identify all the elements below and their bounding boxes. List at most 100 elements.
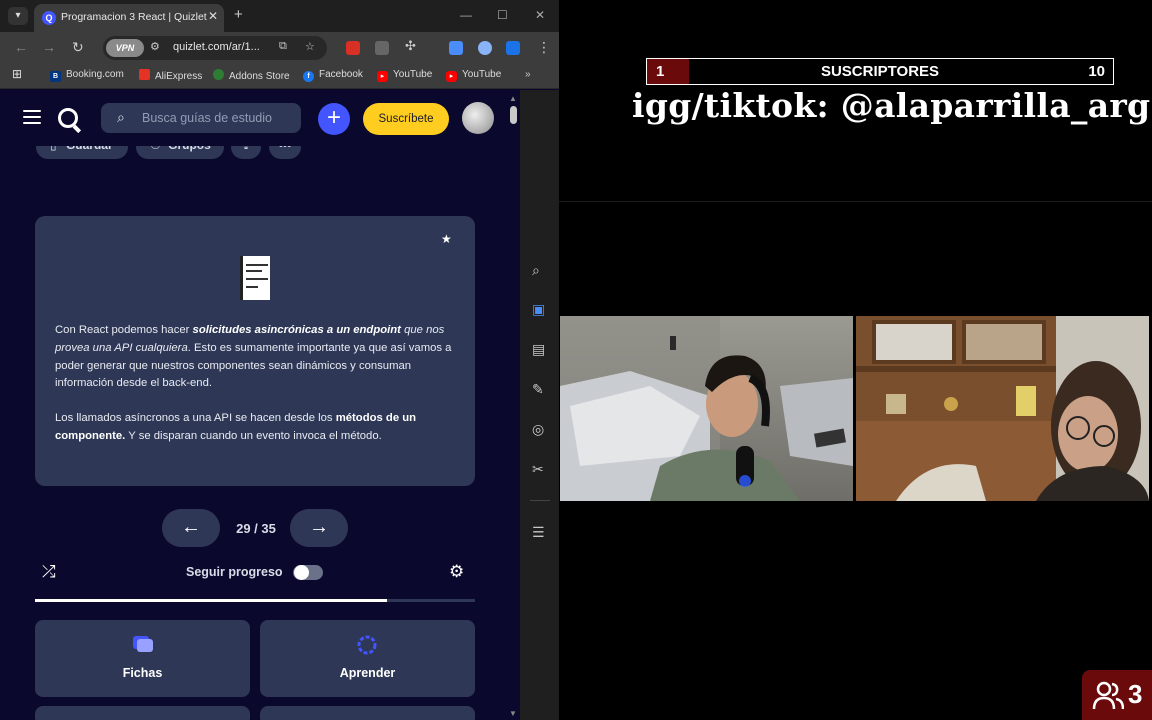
shield-extension-icon[interactable] bbox=[506, 41, 520, 55]
scroll-up-icon[interactable]: ▲ bbox=[509, 94, 517, 103]
facebook-icon: f bbox=[303, 71, 314, 82]
browser-menu-icon[interactable]: ⋮ bbox=[537, 39, 551, 56]
new-tab-button[interactable]: + bbox=[234, 6, 243, 23]
card-paragraph-1: Con React podemos hacer solicitudes asin… bbox=[55, 324, 452, 390]
subscriber-goal-title: SUSCRIPTORES bbox=[820, 63, 940, 80]
gamepad-icon[interactable]: ◎ bbox=[532, 421, 544, 438]
webcam-image-2 bbox=[856, 316, 1149, 501]
page-scrollbar[interactable]: ▲ ▼ bbox=[507, 90, 520, 720]
sidebar-toggle-icon[interactable] bbox=[449, 41, 463, 55]
subscribe-button[interactable]: Suscríbete bbox=[363, 103, 449, 135]
viewer-count: 3 bbox=[1128, 679, 1143, 709]
scroll-down-icon[interactable]: ▼ bbox=[509, 709, 517, 718]
address-bar[interactable]: VPN ⚙ quizlet.com/ar/1... ⧉ ☆ bbox=[103, 36, 327, 60]
browser-side-panel: ⌕ ▣ ▤ ✎ ◎ ✂ ☰ bbox=[520, 90, 559, 720]
quizlet-logo[interactable] bbox=[58, 108, 78, 128]
divider bbox=[558, 201, 1152, 202]
webcam-image-1 bbox=[560, 316, 853, 501]
menu-icon[interactable] bbox=[23, 110, 41, 124]
social-handle: igg/tiktok: @alaparrilla_arg bbox=[632, 86, 1151, 125]
search-input[interactable]: ⌕ Busca guías de estudio bbox=[101, 103, 301, 133]
tab-title: Programacion 3 React | Quizlet bbox=[61, 11, 207, 23]
track-progress-label: Seguir progreso bbox=[186, 565, 283, 579]
arrow-left-icon: ← bbox=[181, 516, 201, 538]
create-button[interactable]: + bbox=[318, 103, 350, 135]
search-placeholder: Busca guías de estudio bbox=[142, 111, 272, 125]
browser-window: ▾ Q Programacion 3 React | Quizlet ✕ + —… bbox=[0, 0, 559, 720]
bookmark-aliexpress[interactable]: AliExpress bbox=[139, 69, 202, 82]
search-panel-icon[interactable]: ⌕ bbox=[532, 262, 540, 279]
maximize-icon[interactable]: ☐ bbox=[497, 8, 508, 22]
arrow-right-icon: → bbox=[309, 516, 329, 538]
bookmark-youtube-1[interactable]: ▸ YouTube bbox=[377, 69, 432, 82]
mode-card-partial[interactable] bbox=[35, 706, 250, 720]
track-progress-toggle[interactable] bbox=[293, 565, 323, 580]
gear-icon[interactable]: ⚙ bbox=[449, 562, 464, 582]
site-settings-icon[interactable]: ⚙ bbox=[150, 40, 160, 53]
bookmark-facebook[interactable]: f Facebook bbox=[303, 69, 363, 82]
customize-icon[interactable]: ☰ bbox=[532, 524, 545, 541]
quizlet-header: ⌕ Busca guías de estudio + Suscríbete bbox=[3, 90, 507, 146]
youtube-icon: ▸ bbox=[377, 71, 388, 82]
chat-icon[interactable]: ▣ bbox=[532, 301, 545, 318]
mode-label: Aprender bbox=[339, 666, 396, 680]
install-app-icon[interactable]: ⧉ bbox=[279, 40, 287, 53]
flashcards-icon bbox=[133, 636, 153, 652]
previous-card-button[interactable]: ← bbox=[162, 509, 220, 547]
subscriber-goal-bar: SUSCRIPTORES 1 10 bbox=[646, 58, 1114, 85]
aliexpress-icon bbox=[139, 69, 150, 80]
tab-search-button[interactable]: ▾ bbox=[8, 7, 28, 25]
reader-icon[interactable]: ▤ bbox=[532, 341, 545, 358]
bookmarks-bar: ⊞ B Booking.com AliExpress Addons Store f… bbox=[0, 64, 559, 89]
flashcard[interactable]: ★ Con React podemos hacer solicitudes as… bbox=[35, 216, 475, 486]
vpn-badge[interactable]: VPN bbox=[106, 39, 144, 57]
booking-icon: B bbox=[50, 71, 61, 82]
more-bookmarks-icon[interactable]: » bbox=[525, 69, 531, 80]
back-icon[interactable]: ← bbox=[14, 39, 28, 55]
mode-flashcards[interactable]: Fichas bbox=[35, 620, 250, 697]
tab-bar: ▾ Q Programacion 3 React | Quizlet ✕ + —… bbox=[0, 0, 559, 32]
profile-icon[interactable] bbox=[478, 41, 492, 55]
bookmark-addons-store[interactable]: Addons Store bbox=[213, 69, 290, 82]
search-icon: ⌕ bbox=[117, 109, 125, 125]
reload-icon[interactable]: ↻ bbox=[72, 39, 84, 56]
shuffle-icon[interactable]: ⤮ bbox=[42, 562, 56, 582]
webcam-feed-1 bbox=[560, 316, 853, 501]
minimize-icon[interactable]: — bbox=[460, 8, 472, 22]
bookmark-youtube-2[interactable]: ▸ YouTube bbox=[446, 69, 501, 82]
learn-icon bbox=[357, 635, 377, 655]
mode-card-partial[interactable] bbox=[260, 706, 475, 720]
addons-icon bbox=[213, 69, 224, 80]
viewers-icon bbox=[1092, 681, 1124, 710]
extensions-puzzle-icon[interactable]: ✣ bbox=[405, 38, 419, 53]
tab-close-icon[interactable]: ✕ bbox=[208, 9, 218, 23]
forward-icon[interactable]: → bbox=[42, 39, 56, 55]
extension-pdf-icon[interactable] bbox=[346, 41, 360, 55]
youtube-icon: ▸ bbox=[446, 71, 457, 82]
mode-learn[interactable]: Aprender bbox=[260, 620, 475, 697]
progress-fill bbox=[35, 599, 387, 602]
bookmark-star-icon[interactable]: ☆ bbox=[305, 40, 315, 53]
divider bbox=[530, 500, 550, 501]
active-tab[interactable]: Q Programacion 3 React | Quizlet ✕ bbox=[34, 4, 224, 32]
tools-icon[interactable]: ✂ bbox=[532, 461, 544, 478]
extension-video-icon[interactable] bbox=[375, 41, 389, 55]
avatar[interactable] bbox=[462, 102, 494, 134]
next-card-button[interactable]: → bbox=[290, 509, 348, 547]
quizlet-favicon-icon: Q bbox=[42, 11, 56, 25]
viewer-count-badge: 3 bbox=[1082, 670, 1152, 720]
card-image bbox=[240, 256, 270, 300]
star-icon[interactable]: ★ bbox=[441, 232, 452, 246]
bookmark-booking[interactable]: B Booking.com bbox=[50, 69, 124, 82]
browser-toolbar: ← → ↻ VPN ⚙ quizlet.com/ar/1... ⧉ ☆ ✣ ⋮ bbox=[0, 32, 559, 64]
notes-icon[interactable]: ✎ bbox=[532, 381, 544, 398]
close-window-icon[interactable]: ✕ bbox=[535, 8, 545, 22]
mode-label: Fichas bbox=[122, 666, 163, 680]
scrollbar-thumb[interactable] bbox=[510, 106, 517, 124]
url-text[interactable]: quizlet.com/ar/1... bbox=[173, 41, 260, 53]
card-text: Con React podemos hacer solicitudes asin… bbox=[55, 322, 457, 463]
card-paragraph-2: Los llamados asíncronos a una API se hac… bbox=[55, 412, 417, 442]
apps-grid-icon[interactable]: ⊞ bbox=[12, 67, 22, 81]
webcam-feed-2 bbox=[856, 316, 1149, 501]
card-counter: 29 / 35 bbox=[236, 521, 276, 536]
